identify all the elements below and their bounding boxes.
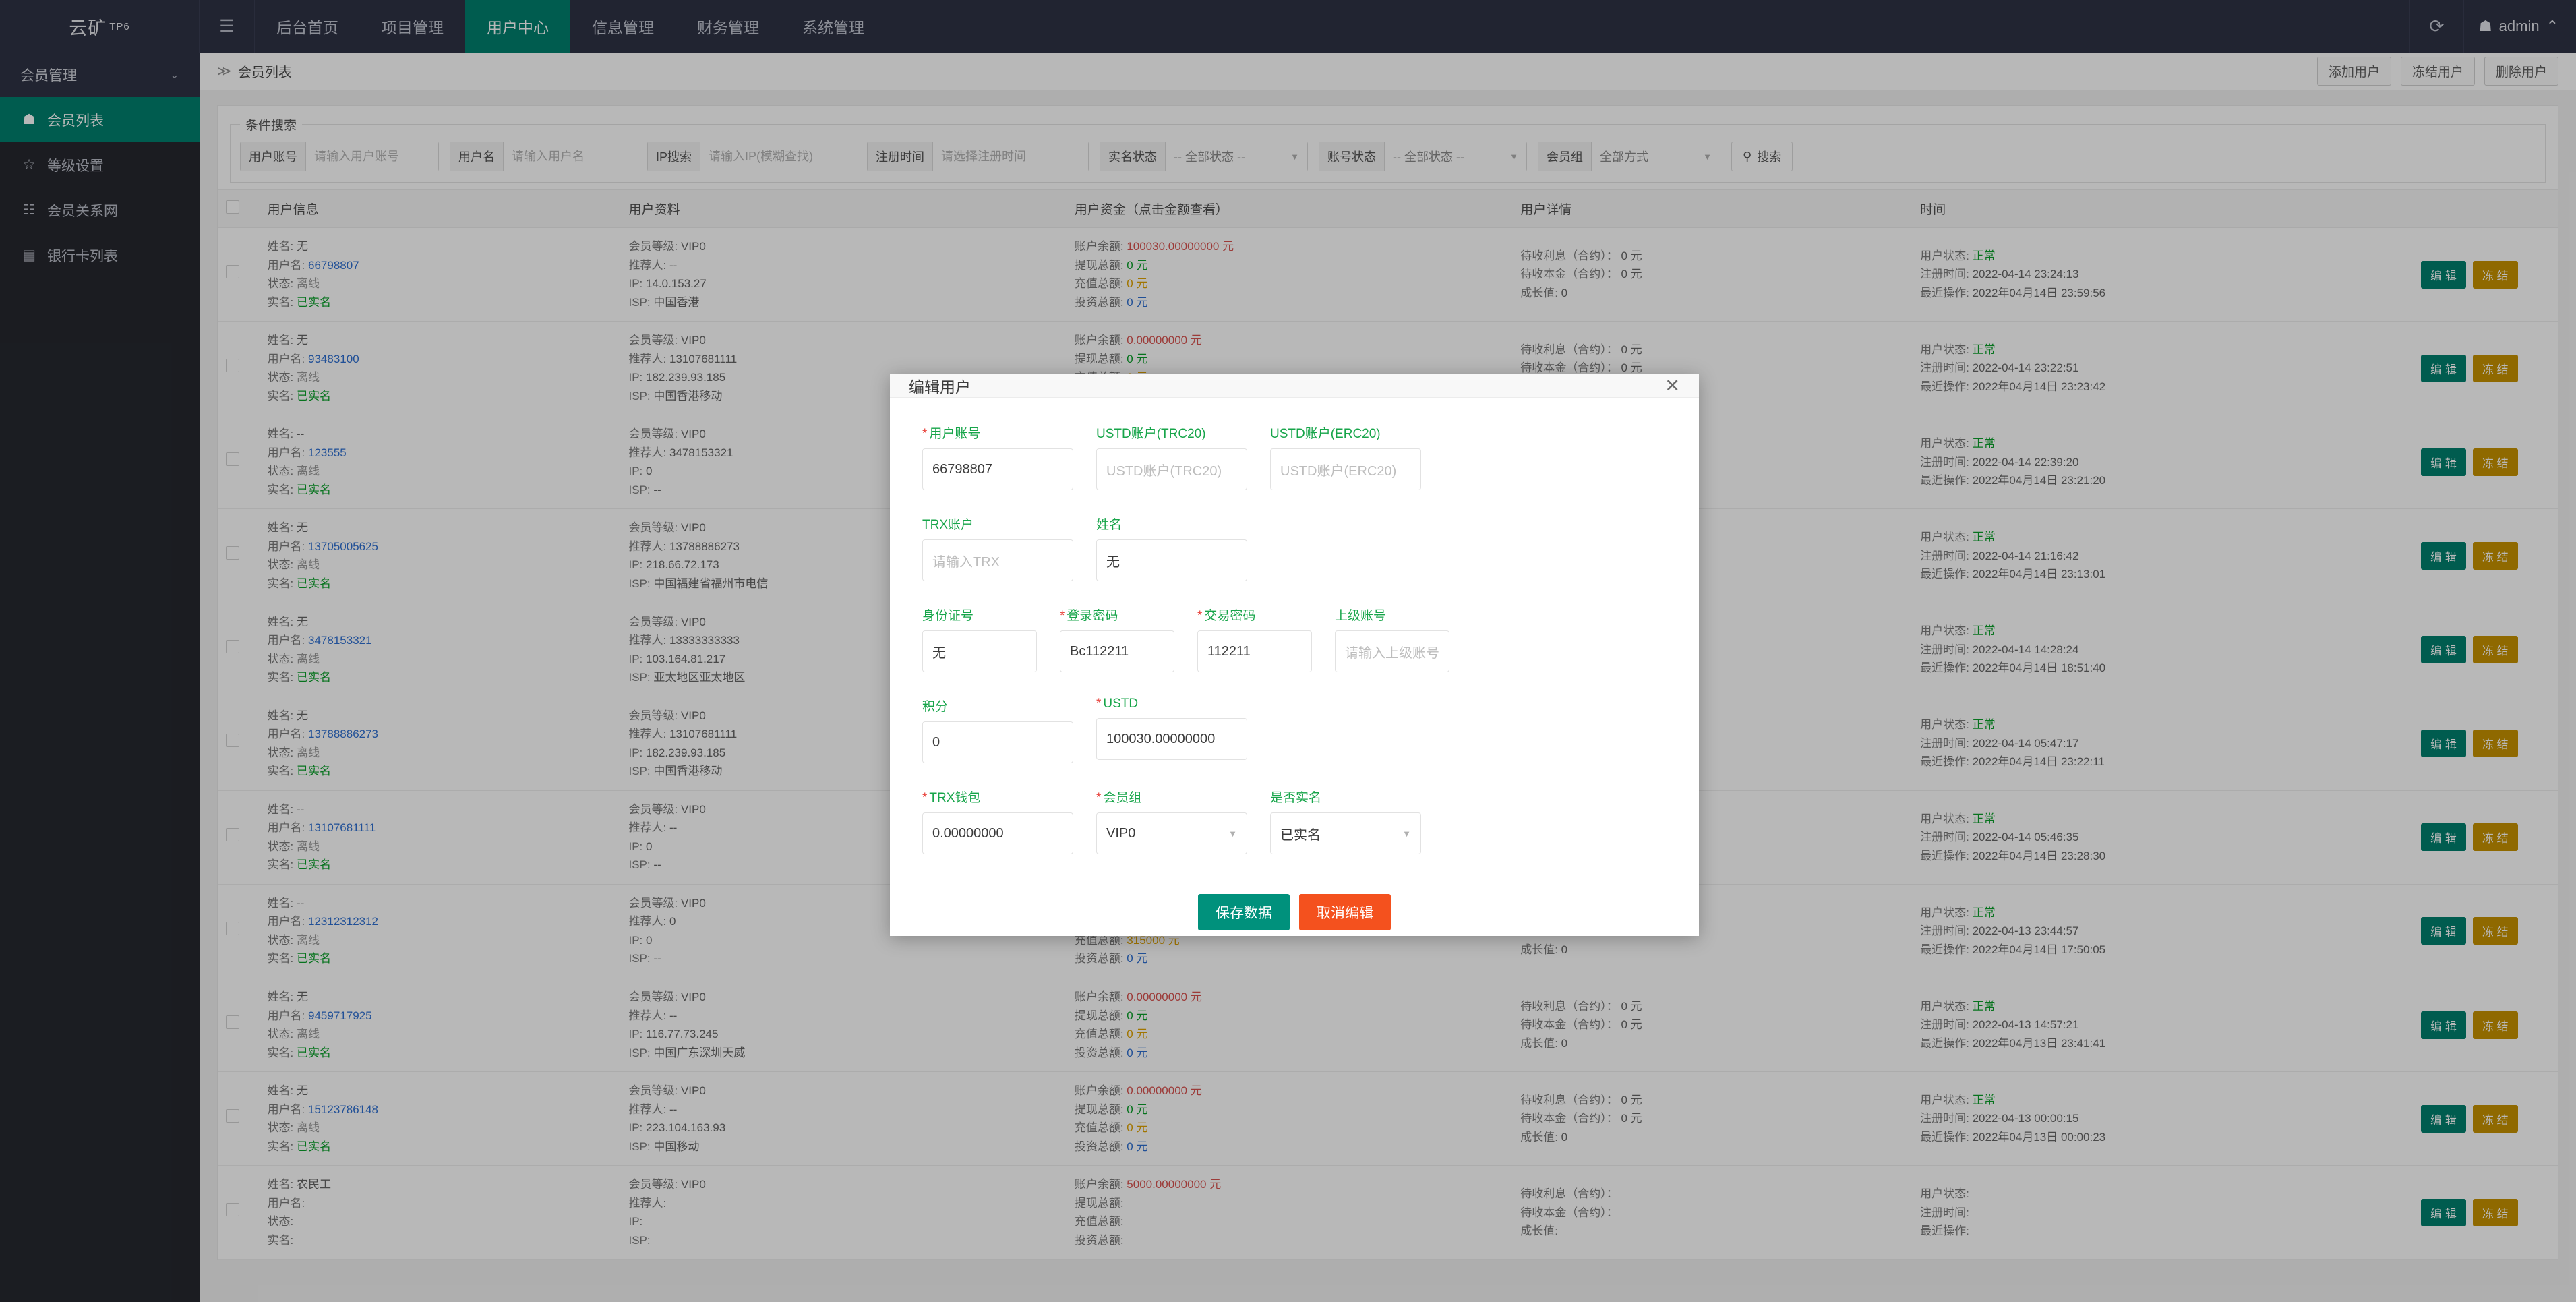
field-usdt-trc20-label: USTD账户(TRC20): [1096, 427, 1206, 441]
field-trade-password: * 交易密码 112211: [1197, 605, 1312, 672]
parent-account-input[interactable]: 请输入上级账号: [1335, 630, 1449, 672]
save-button[interactable]: 保存数据: [1198, 894, 1290, 930]
is-verified-select[interactable]: 已实名 ▼: [1270, 812, 1421, 854]
modal-title: 编辑用户: [909, 378, 971, 396]
required-asterisk: *: [1197, 609, 1203, 623]
field-ustd: * USTD 100030.00000000: [1096, 697, 1247, 763]
label-text: 会员组: [1103, 791, 1142, 805]
field-trx-account: TRX账户 请输入TRX: [922, 514, 1073, 581]
label-text: 登录密码: [1067, 609, 1118, 623]
trade-password-input[interactable]: 112211: [1197, 630, 1312, 672]
field-is-verified: 是否实名 已实名 ▼: [1270, 788, 1421, 854]
field-usdt-erc20-label: USTD账户(ERC20): [1270, 427, 1381, 441]
field-trade-password-label: * 交易密码: [1197, 605, 1312, 624]
member-group-value: VIP0: [1106, 825, 1136, 841]
modal-header: 编辑用户 ✕: [890, 374, 1699, 398]
edit-user-modal: 编辑用户 ✕ * 用户账号 66798807 USTD账户(TRC20) USTD…: [890, 374, 1699, 936]
field-real-name-label: 姓名: [1096, 518, 1122, 532]
field-trx-wallet: * TRX钱包 0.00000000: [922, 788, 1073, 854]
field-trx-account-label: TRX账户: [922, 518, 974, 532]
required-asterisk: *: [1096, 697, 1102, 711]
modal-body: * 用户账号 66798807 USTD账户(TRC20) USTD账户(TRC2…: [890, 398, 1699, 879]
chevron-down-icon: ▼: [1228, 828, 1237, 839]
usdt-trc20-input[interactable]: USTD账户(TRC20): [1096, 448, 1247, 490]
is-verified-value: 已实名: [1280, 827, 1321, 843]
label-text: 交易密码: [1204, 609, 1256, 623]
cancel-button[interactable]: 取消编辑: [1299, 894, 1391, 930]
points-input[interactable]: 0: [922, 721, 1073, 763]
required-asterisk: *: [1060, 609, 1065, 623]
field-points-label: 积分: [922, 700, 949, 714]
field-ustd-label: * USTD: [1096, 697, 1247, 711]
label-text: USTD: [1103, 697, 1139, 711]
modal-row-1: * 用户账号 66798807 USTD账户(TRC20) USTD账户(TRC2…: [922, 423, 1667, 490]
field-id-card-label: 身份证号: [922, 609, 974, 623]
trx-wallet-input[interactable]: 0.00000000: [922, 812, 1073, 854]
account-input[interactable]: 66798807: [922, 448, 1073, 490]
field-login-password-label: * 登录密码: [1060, 605, 1174, 624]
field-member-group-label: * 会员组: [1096, 788, 1247, 806]
required-asterisk: *: [1096, 791, 1102, 805]
field-is-verified-label: 是否实名: [1270, 791, 1322, 805]
trx-account-input[interactable]: 请输入TRX: [922, 539, 1073, 581]
field-points: 积分 0: [922, 697, 1073, 763]
ustd-input[interactable]: 100030.00000000: [1096, 718, 1247, 760]
label-text: 用户账号: [929, 427, 981, 441]
field-trx-wallet-label: * TRX钱包: [922, 788, 1073, 806]
label-text: TRX钱包: [929, 791, 981, 805]
field-real-name: 姓名 无: [1096, 514, 1247, 581]
field-id-card: 身份证号 无: [922, 605, 1037, 672]
required-asterisk: *: [922, 427, 928, 441]
member-group-select[interactable]: VIP0 ▼: [1096, 812, 1247, 854]
chevron-down-icon: ▼: [1402, 828, 1411, 839]
modal-row-3: 身份证号 无 * 登录密码 Bc112211 * 交易密码 112211 上级账号 …: [922, 605, 1667, 672]
modal-row-4: 积分 0 * USTD 100030.00000000: [922, 697, 1667, 763]
required-asterisk: *: [922, 791, 928, 805]
field-account-label: * 用户账号: [922, 423, 1073, 442]
id-card-input[interactable]: 无: [922, 630, 1037, 672]
field-usdt-erc20: USTD账户(ERC20) USTD账户(ERC20): [1270, 423, 1421, 490]
close-icon[interactable]: ✕: [1665, 376, 1680, 396]
field-usdt-trc20: USTD账户(TRC20) USTD账户(TRC20): [1096, 423, 1247, 490]
field-login-password: * 登录密码 Bc112211: [1060, 605, 1174, 672]
modal-row-5: * TRX钱包 0.00000000 * 会员组 VIP0 ▼ 是否实名 已实名 ▼: [922, 788, 1667, 854]
usdt-erc20-input[interactable]: USTD账户(ERC20): [1270, 448, 1421, 490]
real-name-input[interactable]: 无: [1096, 539, 1247, 581]
field-member-group: * 会员组 VIP0 ▼: [1096, 788, 1247, 854]
modal-row-2: TRX账户 请输入TRX 姓名 无: [922, 514, 1667, 581]
field-parent-account: 上级账号 请输入上级账号: [1335, 605, 1449, 672]
field-account: * 用户账号 66798807: [922, 423, 1073, 490]
field-parent-account-label: 上级账号: [1335, 609, 1387, 623]
modal-footer: 保存数据 取消编辑: [890, 879, 1699, 948]
login-password-input[interactable]: Bc112211: [1060, 630, 1174, 672]
